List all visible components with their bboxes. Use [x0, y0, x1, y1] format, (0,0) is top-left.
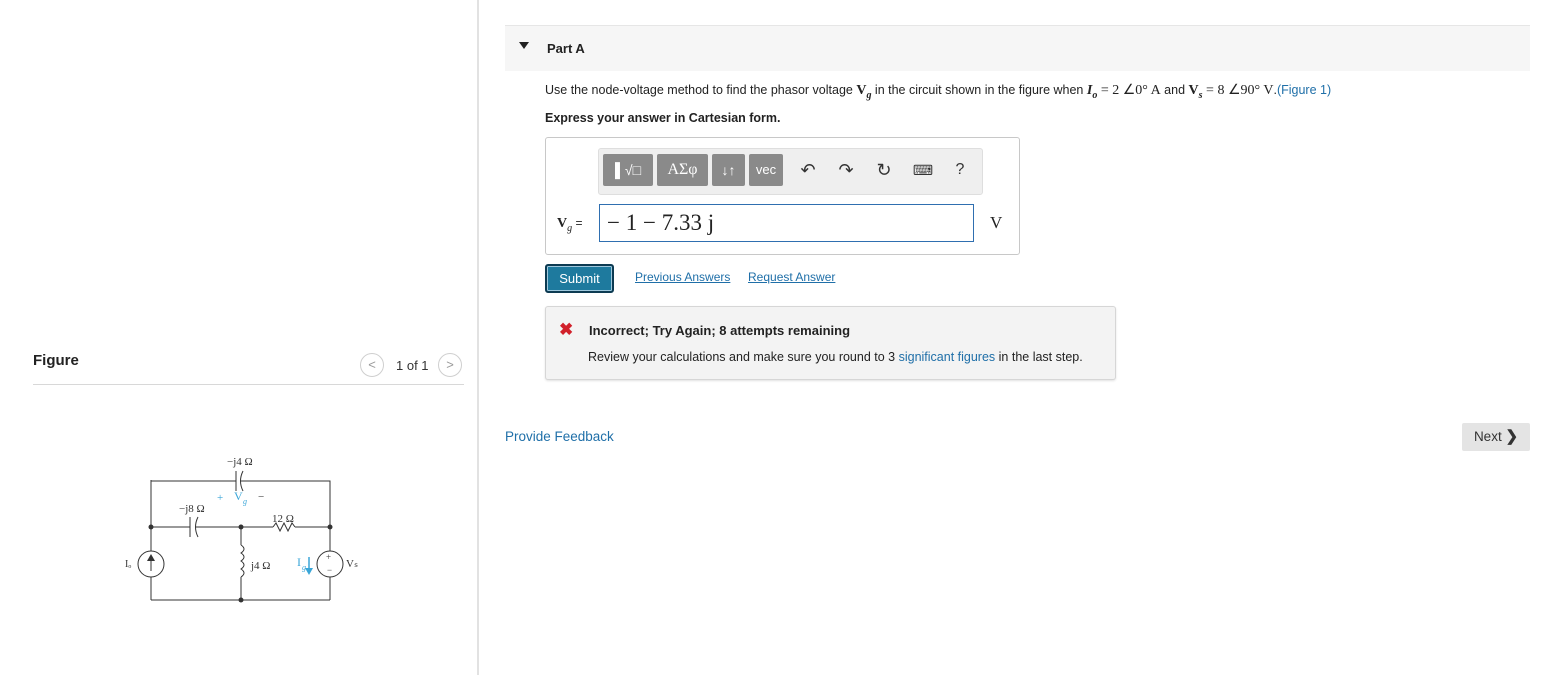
error-x-icon: ✖ — [559, 320, 574, 339]
vs-value: = 8 ∠90° V — [1202, 83, 1274, 98]
answer-instruction: Express your answer in Cartesian form. — [545, 111, 781, 125]
undo-icon[interactable]: ↶ — [795, 157, 821, 183]
answer-label-var: V — [557, 216, 568, 231]
label-vg-plus: + — [217, 492, 223, 504]
significant-figures-link[interactable]: significant figures — [899, 350, 996, 364]
math-toolbar: ▌√□ ΑΣφ ↓↑ vec ↶ ↷ ↻ ⌨ ? — [598, 148, 983, 195]
answer-box: ▌√□ ΑΣφ ↓↑ vec ↶ ↷ ↻ ⌨ ? Vg = − 1 − 7.33… — [545, 137, 1020, 255]
feedback-title: Incorrect; Try Again; 8 attempts remaini… — [589, 323, 851, 338]
label-current-source: Iₒ — [125, 559, 131, 570]
label-resistor: 12 Ω — [272, 513, 294, 525]
node-left — [148, 524, 154, 530]
redo-icon[interactable]: ↷ — [833, 157, 859, 183]
figure-panel: Figure < 1 of 1 > −j4 Ω −j8 Ω 12 Ω j4 Ω … — [0, 0, 478, 675]
label-voltage-source: Vₛ — [346, 558, 358, 570]
label-ig-sub: g — [302, 563, 306, 572]
label-vg-sub: g — [243, 497, 247, 506]
prev-figure-button[interactable]: < — [360, 353, 384, 377]
answer-unit: V — [990, 213, 1003, 232]
chevron-left-icon: < — [368, 357, 376, 372]
previous-answers-link[interactable]: Previous Answers — [635, 270, 730, 284]
request-answer-link[interactable]: Request Answer — [748, 270, 835, 284]
feedback-message-1: Review your calculations and make sure y… — [588, 350, 899, 364]
label-cap-left: −j8 Ω — [179, 503, 205, 515]
answer-input[interactable]: − 1 − 7.33 j — [599, 204, 974, 242]
answer-label: Vg = — [557, 214, 582, 234]
reset-icon[interactable]: ↻ — [871, 157, 897, 183]
var-vg: Vg — [856, 83, 871, 101]
next-figure-button[interactable]: > — [438, 353, 462, 377]
node-right — [327, 524, 333, 530]
figure-title: Figure — [33, 352, 79, 369]
answer-label-eq: = — [572, 216, 583, 230]
node-middle — [238, 524, 244, 530]
node-bottom — [238, 597, 244, 603]
provide-feedback-link[interactable]: Provide Feedback — [505, 429, 614, 444]
var-vg-base: V — [856, 83, 867, 98]
io-value: = 2 ∠0° A — [1097, 83, 1161, 98]
var-io: Io — [1087, 83, 1097, 101]
figure-divider — [33, 384, 464, 385]
subscript-superscript-button[interactable]: ↓↑ — [712, 154, 745, 186]
question-text-3: and — [1160, 83, 1189, 97]
help-icon[interactable]: ? — [947, 157, 973, 183]
var-vs-base: V — [1188, 83, 1199, 98]
ig-arrow-head — [305, 568, 313, 575]
next-button[interactable]: Next ❯ — [1462, 423, 1530, 451]
chevron-right-icon: ❯ — [1505, 428, 1519, 445]
label-vg: V — [234, 489, 243, 503]
templates-button[interactable]: ▌√□ — [603, 154, 653, 186]
label-vg-minus: − — [258, 491, 264, 503]
inductor-j4 — [240, 544, 245, 578]
label-cap-top: −j4 Ω — [227, 456, 253, 468]
keyboard-icon[interactable]: ⌨ — [910, 157, 936, 183]
figure-link[interactable]: (Figure 1) — [1277, 83, 1331, 97]
label-inductor: j4 Ω — [250, 560, 270, 572]
figure-pager-text: 1 of 1 — [396, 358, 429, 373]
part-title: Part A — [547, 41, 585, 56]
var-vs: Vs — [1188, 83, 1203, 101]
panel-divider — [477, 0, 479, 675]
feedback-message-2: in the last step. — [995, 350, 1083, 364]
question-text: Use the node-voltage method to find the … — [545, 82, 1331, 101]
label-ig: I — [297, 555, 301, 569]
chevron-right-icon: > — [446, 357, 454, 372]
circuit-diagram: −j4 Ω −j8 Ω 12 Ω j4 Ω Iₒ Vₛ + − + V g − … — [125, 456, 358, 603]
label-vs-plus: + — [326, 552, 331, 562]
greek-symbols-button[interactable]: ΑΣφ — [657, 154, 708, 186]
part-header[interactable]: Part A — [505, 25, 1530, 71]
wire-top-left — [150, 480, 236, 482]
feedback-message: Review your calculations and make sure y… — [588, 350, 1083, 364]
question-text-1: Use the node-voltage method to find the … — [545, 83, 857, 97]
submit-button[interactable]: Submit — [545, 264, 614, 293]
current-source-arrow-head — [147, 554, 155, 561]
label-vs-minus: − — [327, 565, 332, 575]
feedback-box: ✖ Incorrect; Try Again; 8 attempts remai… — [545, 306, 1116, 380]
vector-button[interactable]: vec — [749, 154, 783, 186]
next-label: Next — [1473, 429, 1502, 444]
caret-down-icon[interactable] — [519, 42, 529, 49]
question-text-2: in the circuit shown in the figure when — [871, 83, 1087, 97]
